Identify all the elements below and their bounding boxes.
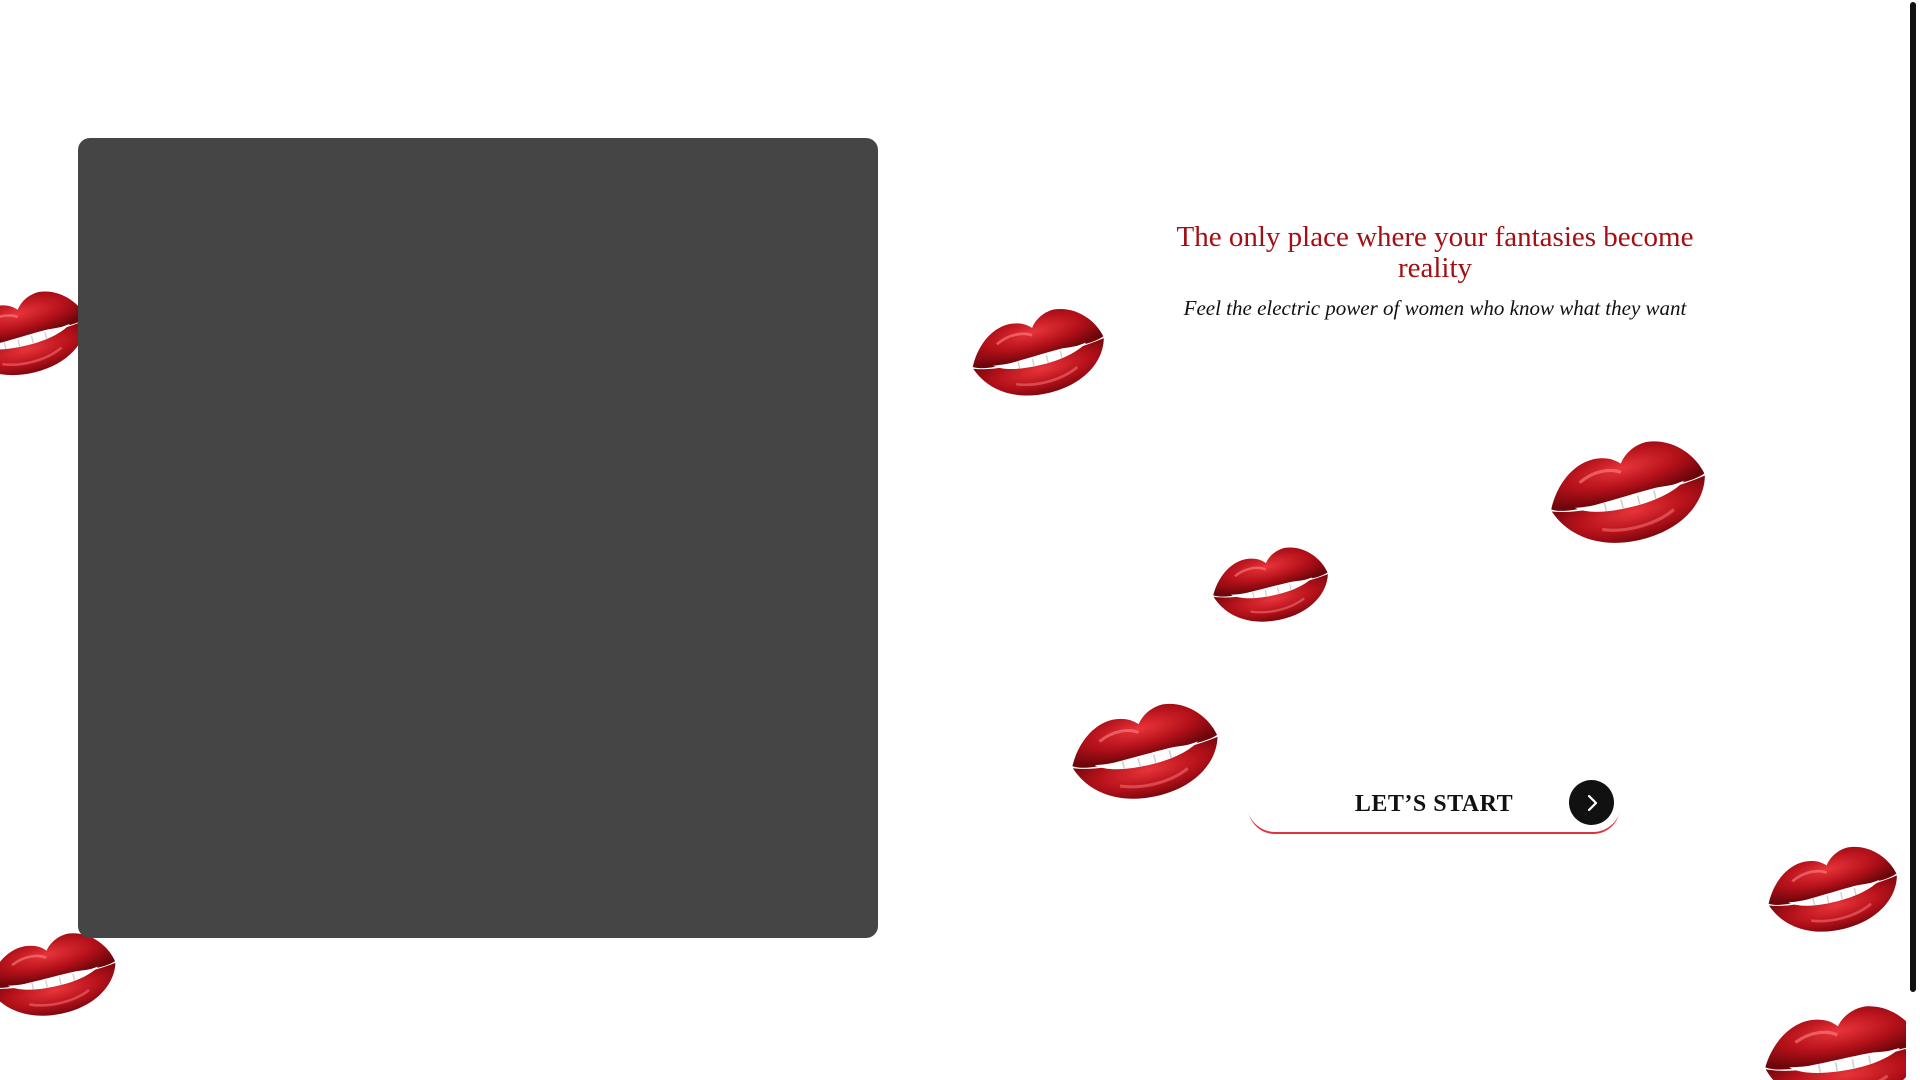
scrollbar-thumb[interactable] [1910, 2, 1916, 992]
hero-title: The only place where your fantasies beco… [1176, 221, 1694, 284]
red-lips-icon [1747, 984, 1920, 1080]
media-panel[interactable] [78, 138, 878, 938]
chevron-right-icon [1569, 780, 1614, 825]
hero-text: The only place where your fantasies beco… [1160, 222, 1710, 321]
lets-start-label: LET’S START [1354, 791, 1514, 817]
red-lips-icon [955, 289, 1119, 417]
vertical-scrollbar[interactable] [1906, 0, 1920, 1080]
lets-start-button[interactable]: LET’S START [1247, 776, 1621, 832]
hero-subtitle: Feel the electric power of women who kno… [1183, 296, 1687, 320]
red-lips-icon [1530, 418, 1722, 568]
red-lips-icon [1199, 531, 1340, 639]
red-lips-icon [1053, 683, 1232, 820]
red-lips-icon [1751, 827, 1912, 953]
landing-page: The only place where your fantasies beco… [0, 0, 1920, 1080]
